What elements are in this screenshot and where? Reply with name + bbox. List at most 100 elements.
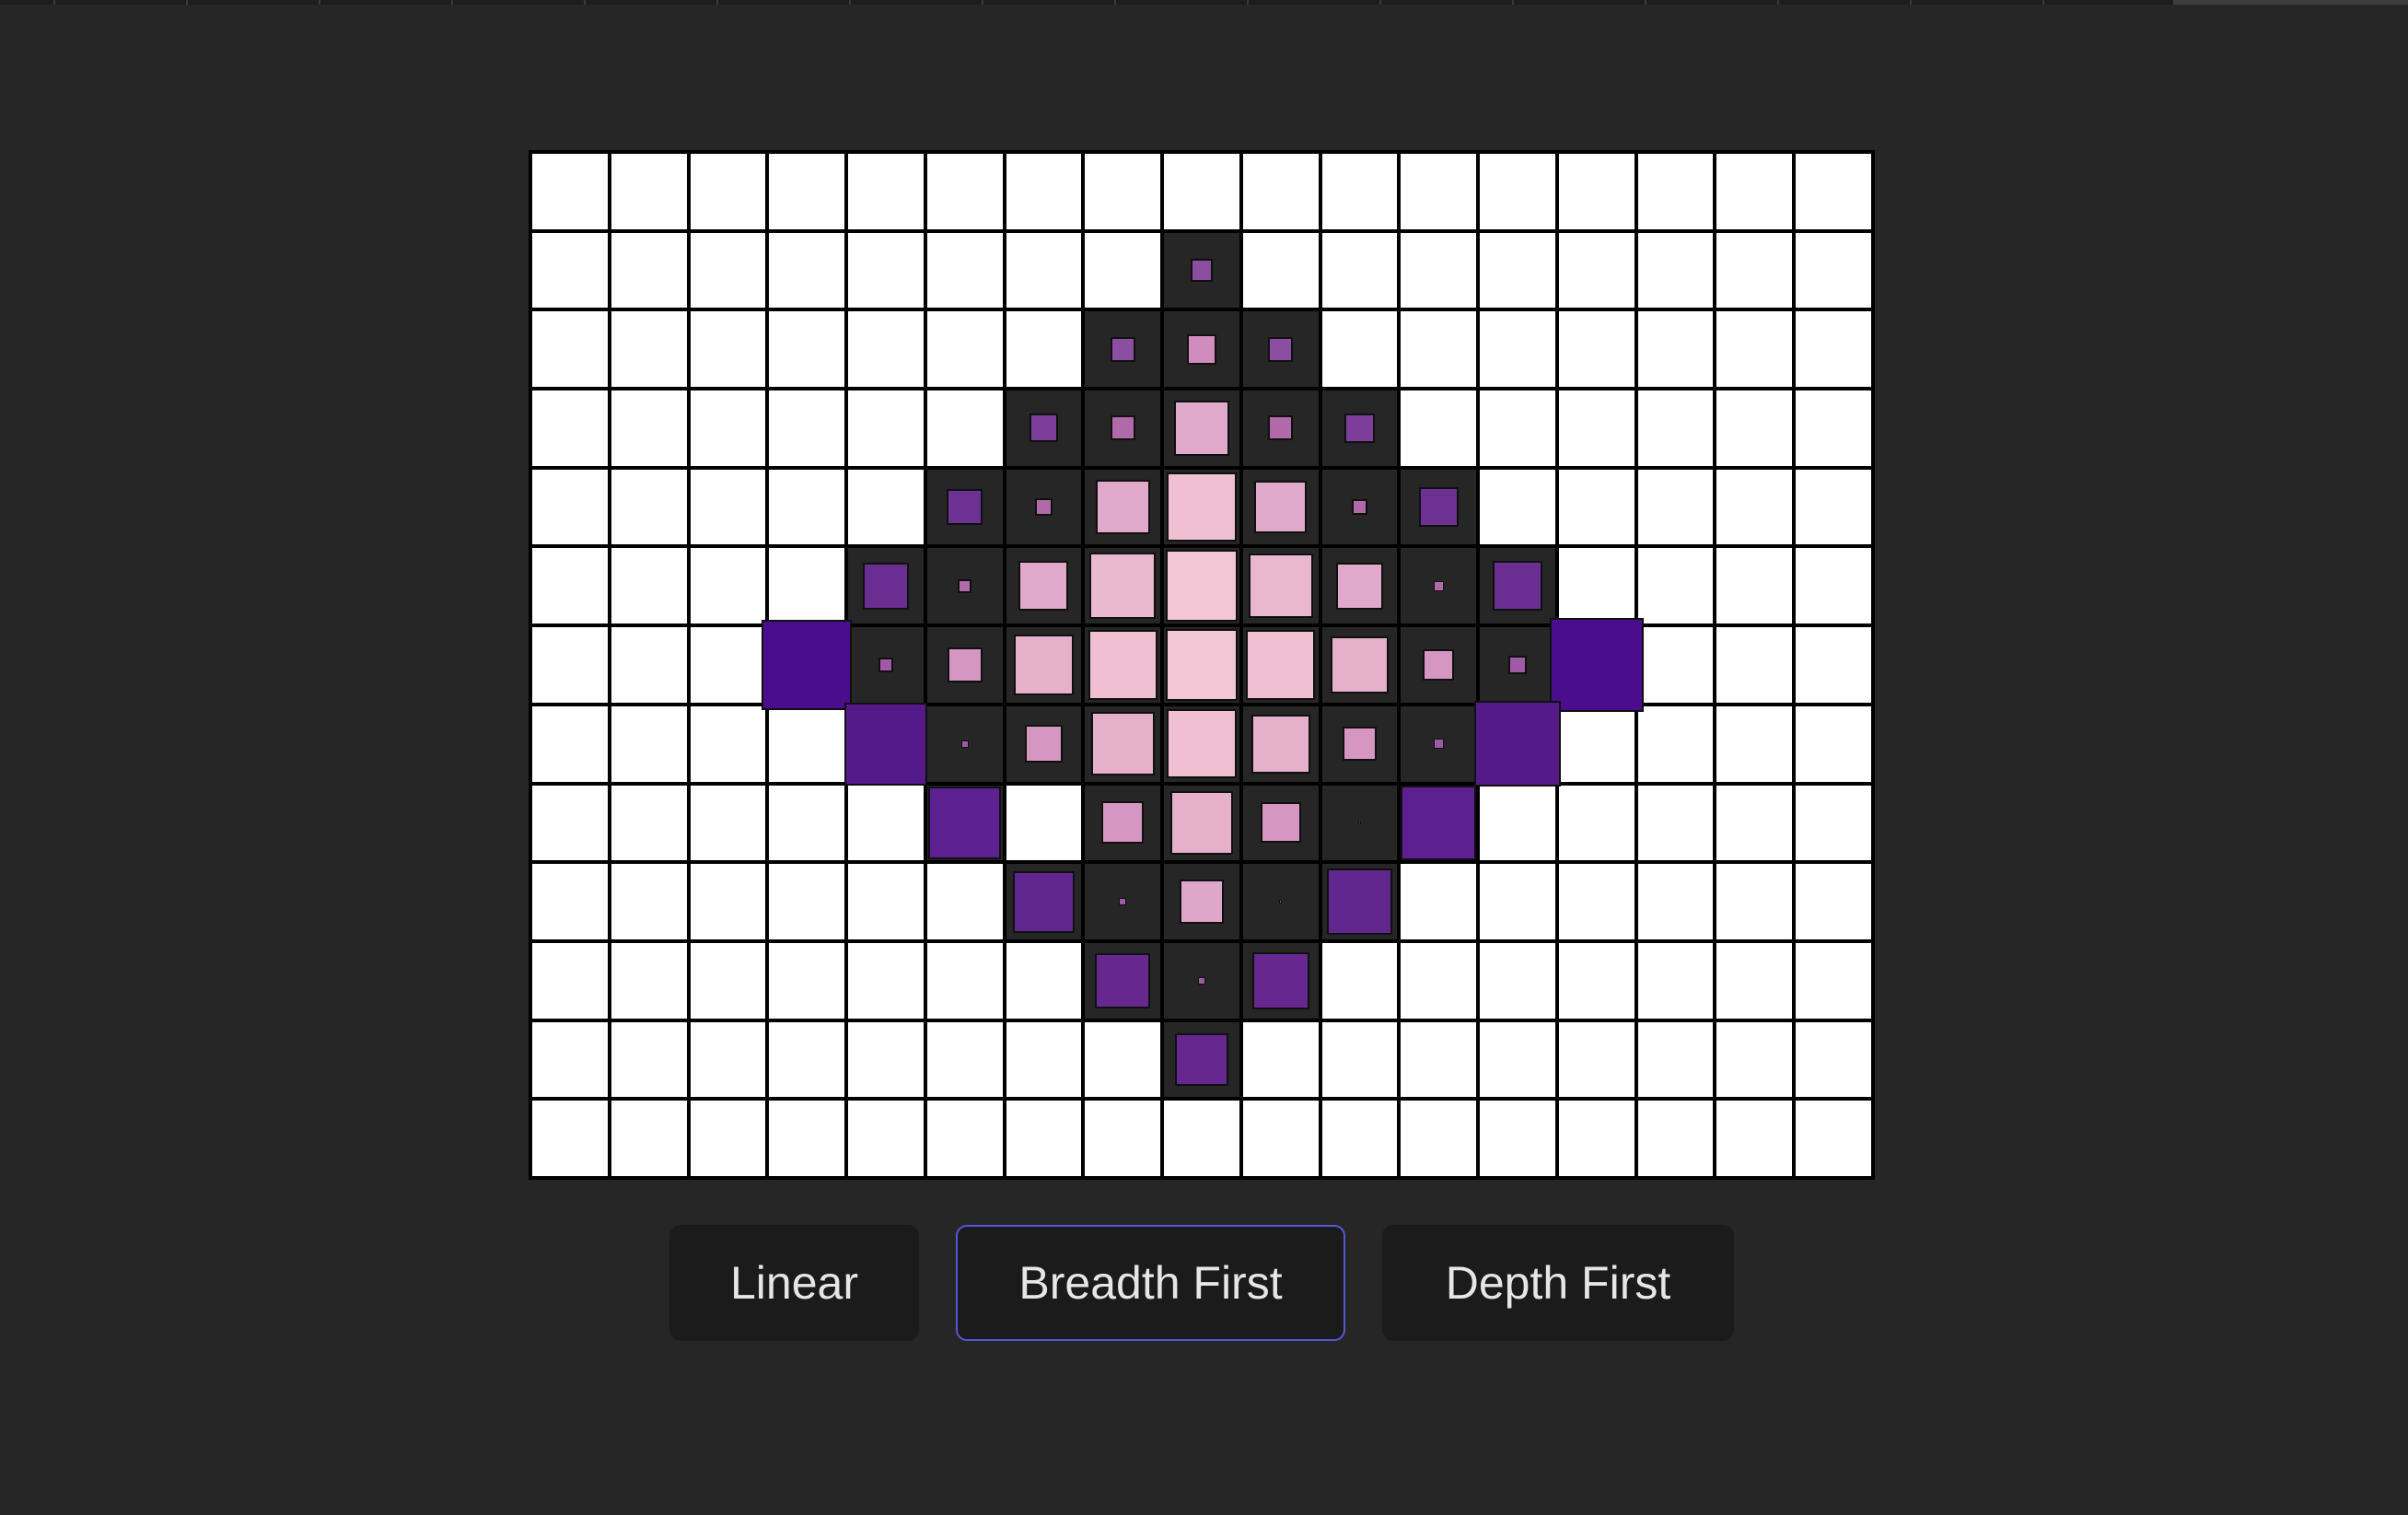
grid-cell[interactable]	[611, 785, 687, 861]
grid-cell[interactable]	[532, 864, 608, 939]
grid-cell[interactable]	[611, 705, 687, 782]
grid-cell[interactable]	[1796, 864, 1871, 939]
grid-cell[interactable]	[1321, 1101, 1398, 1176]
grid-cell[interactable]	[926, 1101, 1003, 1176]
grid-cell[interactable]	[1637, 785, 1714, 861]
grid-cell[interactable]	[769, 785, 845, 861]
grid-cell[interactable]	[848, 232, 924, 309]
grid-cell[interactable]	[1242, 232, 1319, 309]
grid-cell[interactable]	[1480, 785, 1555, 861]
grid-cell[interactable]	[769, 1101, 845, 1176]
grid-cell[interactable]	[690, 311, 766, 388]
grid-cell[interactable]	[848, 864, 924, 939]
grid-cell[interactable]	[1637, 548, 1714, 624]
grid-cell[interactable]	[611, 232, 687, 309]
grid-cell[interactable]	[1637, 1021, 1714, 1098]
grid-cell[interactable]	[1480, 232, 1555, 309]
grid-cell[interactable]	[1716, 627, 1793, 703]
grid-cell[interactable]	[926, 311, 1003, 388]
grid-cell[interactable]	[1085, 154, 1161, 229]
grid-cell[interactable]	[690, 864, 766, 939]
grid-cell[interactable]	[611, 311, 687, 388]
grid-cell[interactable]	[1558, 942, 1634, 1019]
grid-cell[interactable]	[1716, 469, 1793, 545]
grid-cell[interactable]	[1480, 311, 1555, 388]
grid-cell[interactable]	[1796, 232, 1871, 309]
grid-cell[interactable]	[769, 548, 845, 624]
grid-cell[interactable]	[1637, 390, 1714, 466]
grid-cell[interactable]	[1480, 1021, 1555, 1098]
grid-cell[interactable]	[848, 154, 924, 229]
grid-cell[interactable]	[1716, 154, 1793, 229]
grid-cell[interactable]	[1796, 469, 1871, 545]
grid-cell[interactable]	[532, 705, 608, 782]
grid-cell[interactable]	[1401, 864, 1477, 939]
grid-cell[interactable]	[1242, 154, 1319, 229]
grid-cell[interactable]	[848, 311, 924, 388]
grid-cell[interactable]	[1401, 390, 1477, 466]
grid-cell[interactable]	[926, 864, 1003, 939]
grid-cell[interactable]	[690, 154, 766, 229]
grid-cell[interactable]	[1242, 1101, 1319, 1176]
grid-cell[interactable]	[1321, 154, 1398, 229]
grid-cell[interactable]	[1558, 154, 1634, 229]
grid-cell[interactable]	[769, 1021, 845, 1098]
grid-cell[interactable]	[532, 154, 608, 229]
grid-cell[interactable]	[1321, 232, 1398, 309]
grid-cell[interactable]	[690, 1021, 766, 1098]
grid-cell[interactable]	[926, 1021, 1003, 1098]
grid-cell[interactable]	[1637, 627, 1714, 703]
grid-cell[interactable]	[1716, 942, 1793, 1019]
grid-cell[interactable]	[611, 1021, 687, 1098]
grid-cell[interactable]	[1006, 785, 1082, 861]
grid-cell[interactable]	[1558, 705, 1634, 782]
grid-cell[interactable]	[611, 864, 687, 939]
grid-cell[interactable]	[1637, 942, 1714, 1019]
grid-cell[interactable]	[1558, 785, 1634, 861]
grid-cell[interactable]	[1796, 627, 1871, 703]
grid-cell[interactable]	[1480, 390, 1555, 466]
grid-cell[interactable]	[1480, 864, 1555, 939]
grid-cell[interactable]	[1401, 1101, 1477, 1176]
grid-cell[interactable]	[611, 469, 687, 545]
grid-cell[interactable]	[1716, 864, 1793, 939]
grid-cell[interactable]	[690, 469, 766, 545]
grid-cell[interactable]	[1796, 705, 1871, 782]
grid-cell[interactable]	[1401, 1021, 1477, 1098]
grid-cell[interactable]	[1558, 469, 1634, 545]
grid-cell[interactable]	[1401, 154, 1477, 229]
grid-cell[interactable]	[690, 1101, 766, 1176]
grid-cell[interactable]	[1006, 232, 1082, 309]
grid-cell[interactable]	[1006, 1021, 1082, 1098]
grid-cell[interactable]	[1637, 154, 1714, 229]
grid-cell[interactable]	[1637, 311, 1714, 388]
grid-cell[interactable]	[1085, 1021, 1161, 1098]
grid-cell[interactable]	[690, 785, 766, 861]
grid-cell[interactable]	[848, 1101, 924, 1176]
grid-cell[interactable]	[1401, 311, 1477, 388]
grid-cell[interactable]	[611, 154, 687, 229]
grid-cell[interactable]	[1637, 232, 1714, 309]
grid-cell[interactable]	[769, 942, 845, 1019]
grid-cell[interactable]	[1796, 548, 1871, 624]
grid-cell[interactable]	[769, 469, 845, 545]
grid-cell[interactable]	[532, 1021, 608, 1098]
grid-cell[interactable]	[1716, 390, 1793, 466]
grid-cell[interactable]	[1321, 311, 1398, 388]
grid-cell[interactable]	[1480, 469, 1555, 545]
grid-cell[interactable]	[1242, 1021, 1319, 1098]
grid-cell[interactable]	[1401, 232, 1477, 309]
grid-cell[interactable]	[690, 627, 766, 703]
grid-cell[interactable]	[926, 154, 1003, 229]
grid-cell[interactable]	[1716, 785, 1793, 861]
grid-cell[interactable]	[690, 232, 766, 309]
grid-cell[interactable]	[769, 705, 845, 782]
grid-cell[interactable]	[926, 390, 1003, 466]
grid-cell[interactable]	[1401, 942, 1477, 1019]
grid-cell[interactable]	[1796, 1021, 1871, 1098]
grid-cell[interactable]	[1480, 154, 1555, 229]
grid-cell[interactable]	[848, 942, 924, 1019]
grid-cell[interactable]	[1006, 154, 1082, 229]
grid-cell[interactable]	[611, 627, 687, 703]
grid-cell[interactable]	[1006, 1101, 1082, 1176]
